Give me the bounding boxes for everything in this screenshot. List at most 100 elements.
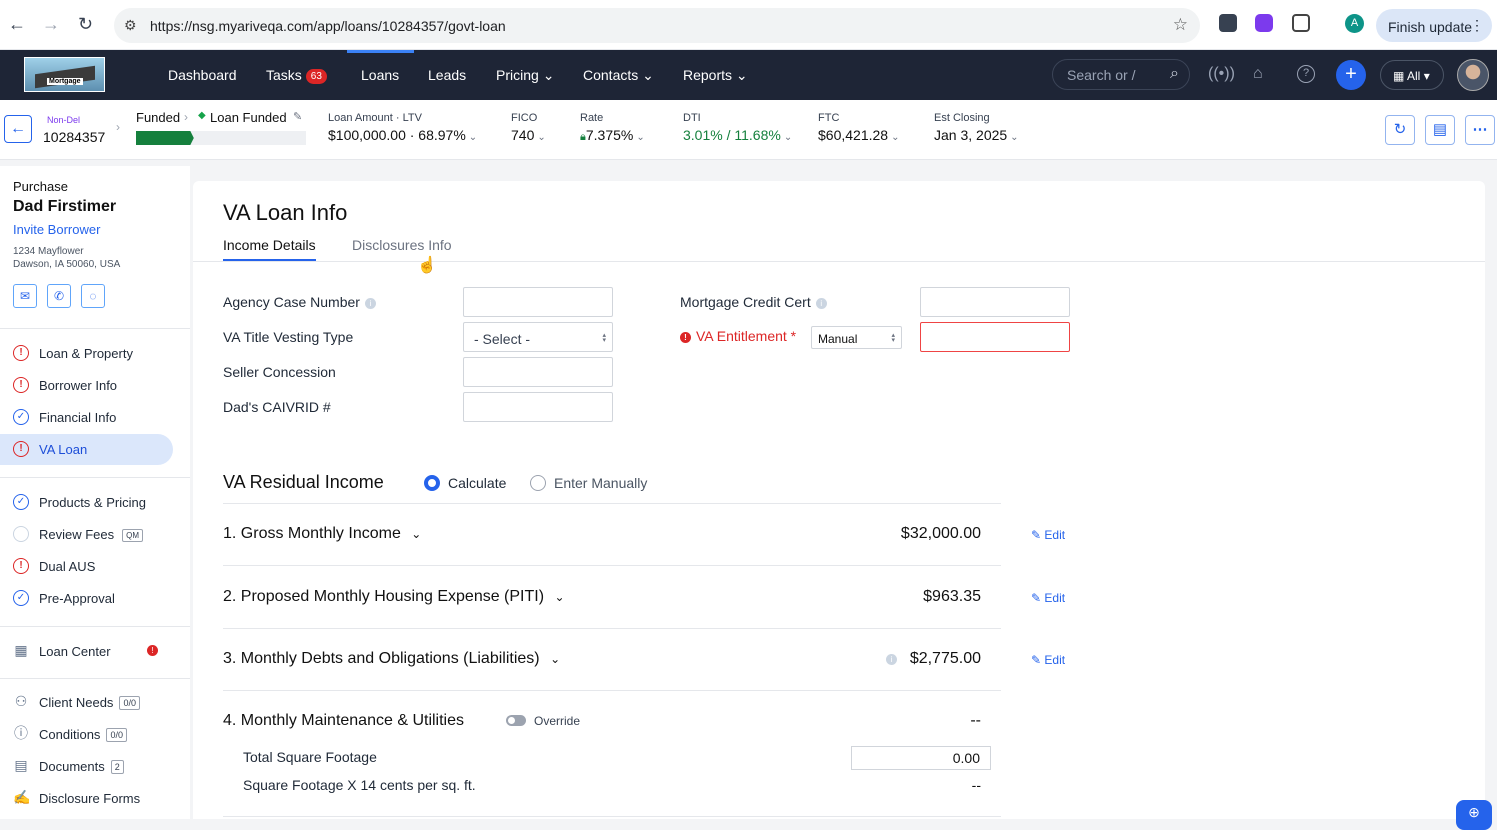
divider	[0, 678, 190, 679]
divider	[0, 477, 190, 478]
comments-button[interactable]: ▤	[1425, 115, 1455, 145]
back-arrow-icon[interactable]: ←	[8, 14, 26, 35]
sidebar-item-pre-approval[interactable]: ✓ Pre-Approval	[0, 583, 173, 614]
housing-expense-toggle[interactable]: 2. Proposed Monthly Housing Expense (PIT…	[223, 588, 565, 606]
loan-purpose: Purchase	[13, 179, 68, 194]
seller-concession-input[interactable]	[463, 357, 613, 387]
override-toggle[interactable]	[506, 715, 526, 726]
va-title-vesting-type-select[interactable]: - Select - ▴ ▾	[463, 322, 613, 352]
bookmark-star-icon[interactable]: ☆	[1173, 15, 1188, 35]
metric-dti[interactable]: DTI 3.01% / 11.68% ⌄	[683, 112, 792, 143]
logo-text: Mortgage	[47, 78, 83, 85]
va-title-vesting-type-label: VA Title Vesting Type	[223, 329, 354, 345]
extension-icon[interactable]	[1255, 14, 1273, 32]
bank-icon[interactable]: ⌂	[1253, 65, 1263, 83]
global-search-input[interactable]: Search or / ⌕	[1052, 59, 1190, 90]
chat-icon[interactable]: ◌	[81, 284, 105, 308]
count-badge: 0/0	[119, 696, 140, 710]
floating-action-button[interactable]: ⊕	[1456, 800, 1492, 830]
sidebar-item-dual-aus[interactable]: ! Dual AUS	[0, 551, 173, 582]
metric-value: 🔒︎7.375% ⌄	[580, 127, 645, 144]
phone-icon[interactable]: ✆	[47, 284, 71, 308]
nav-tasks[interactable]: Tasks 63	[266, 67, 327, 84]
monthly-debts-toggle[interactable]: 3. Monthly Debts and Obligations (Liabil…	[223, 650, 560, 668]
chevron-down-icon: ⌄	[642, 67, 654, 83]
invite-borrower-link[interactable]: Invite Borrower	[13, 222, 100, 237]
radio-enter-manually[interactable]: Enter Manually	[530, 475, 647, 491]
extension-icon[interactable]	[1219, 14, 1237, 32]
nav-reports[interactable]: Reports ⌄	[683, 67, 748, 84]
forward-arrow-icon[interactable]: →	[42, 14, 60, 35]
back-button[interactable]: ←	[4, 115, 32, 143]
nav-contacts[interactable]: Contacts ⌄	[583, 67, 654, 84]
finish-update-button[interactable]: Finish update ⋮	[1376, 9, 1492, 42]
email-icon[interactable]: ✉	[13, 284, 37, 308]
sidebar-item-label: Loan Center	[39, 644, 111, 659]
sidebar-item-conditions[interactable]: ⓘ Conditions 0/0	[0, 719, 173, 750]
sidebar-item-products-pricing[interactable]: ✓ Products & Pricing	[0, 487, 173, 518]
nav-contacts-label: Contacts	[583, 67, 639, 83]
info-icon[interactable]: i	[364, 298, 376, 309]
sidebar-item-loan-center[interactable]: ▦ Loan Center!	[0, 636, 173, 667]
nav-loans[interactable]: Loans	[361, 67, 399, 83]
edit-gross-income-button[interactable]: ✎ Edit	[1031, 528, 1065, 542]
edit-monthly-debts-button[interactable]: ✎ Edit	[1031, 653, 1065, 667]
user-avatar[interactable]	[1457, 59, 1489, 91]
refresh-button[interactable]: ↻	[1385, 115, 1415, 145]
agency-case-number-input[interactable]	[463, 287, 613, 317]
sqft-calc-label: Square Footage X 14 cents per sq. ft.	[243, 777, 476, 793]
url-text[interactable]: https://nsg.myariveqa.com/app/loans/1028…	[150, 18, 506, 34]
metric-value: $100,000.00 · 68.97% ⌄	[328, 127, 477, 143]
edit-pencil-icon[interactable]: ✎	[293, 110, 302, 123]
sidebar-item-loan-property[interactable]: ! Loan & Property	[0, 338, 173, 369]
extensions-puzzle-icon[interactable]	[1292, 14, 1310, 32]
conditions-icon: ⓘ	[14, 725, 28, 741]
address-bar[interactable]: ⚙ https://nsg.myariveqa.com/app/loans/10…	[114, 8, 1200, 43]
broadcast-icon[interactable]: ((•))	[1208, 65, 1235, 83]
edit-housing-expense-button[interactable]: ✎ Edit	[1031, 591, 1065, 605]
check-icon: ✓	[13, 409, 29, 425]
caivrid-input[interactable]	[463, 392, 613, 422]
count-badge: 2	[110, 760, 124, 774]
nav-pricing[interactable]: Pricing ⌄	[496, 67, 554, 84]
loan-tag: Non-Del	[47, 115, 81, 125]
sidebar-item-financial-info[interactable]: ✓ Financial Info	[0, 402, 173, 433]
sidebar-item-review-fees[interactable]: Review Fees QM	[0, 519, 173, 550]
radio-calculate[interactable]: Calculate	[424, 475, 506, 491]
va-entitlement-input[interactable]	[920, 322, 1070, 352]
sidebar-item-va-loan[interactable]: ! VA Loan	[0, 434, 173, 465]
help-icon[interactable]: ?	[1297, 65, 1315, 83]
metric-loan-amount[interactable]: Loan Amount · LTV $100,000.00 · 68.97% ⌄	[328, 112, 477, 143]
sidebar-item-documents[interactable]: ▤ Documents 2	[0, 751, 173, 782]
tab-income-details[interactable]: Income Details	[223, 237, 316, 261]
row-title: 1. Gross Monthly Income	[223, 525, 401, 542]
metric-fico[interactable]: FICO 740 ⌄	[511, 112, 546, 143]
reload-icon[interactable]: ↻	[78, 14, 93, 35]
borrower-address-line2: Dawson, IA 50060, USA	[13, 259, 121, 270]
va-entitlement-mode-select[interactable]: Manual ▴ ▾	[811, 326, 902, 349]
metric-rate[interactable]: Rate 🔒︎7.375% ⌄	[580, 112, 645, 144]
sidebar-item-borrower-info[interactable]: ! Borrower Info	[0, 370, 173, 401]
metric-value-text: $60,421.28	[818, 127, 889, 143]
gross-monthly-income-toggle[interactable]: 1. Gross Monthly Income ⌄	[223, 525, 421, 543]
info-icon[interactable]: i	[886, 654, 897, 665]
profile-avatar[interactable]: A	[1345, 14, 1364, 33]
sidebar-item-client-needs[interactable]: ⚇ Client Needs 0/0	[0, 687, 173, 718]
metric-est-closing[interactable]: Est Closing Jan 3, 2025 ⌄	[934, 112, 1019, 143]
nav-leads[interactable]: Leads	[428, 67, 466, 83]
add-new-button[interactable]: +	[1336, 60, 1366, 90]
total-square-footage-input[interactable]: 0.00	[851, 746, 991, 770]
tab-disclosures-info[interactable]: Disclosures Info	[352, 237, 452, 253]
main-content: VA Loan Info Income Details Disclosures …	[193, 181, 1485, 819]
info-icon[interactable]: i	[815, 298, 827, 309]
branch-selector[interactable]: ▦ All ▾	[1380, 60, 1444, 90]
nav-dashboard[interactable]: Dashboard	[168, 67, 237, 83]
gross-monthly-income-value: $32,000.00	[900, 525, 981, 542]
company-logo[interactable]: Mortgage	[24, 57, 105, 92]
borrower-address-line1: 1234 Mayflower	[13, 246, 84, 257]
site-settings-icon[interactable]: ⚙	[124, 17, 137, 34]
mortgage-credit-cert-input[interactable]	[920, 287, 1070, 317]
more-options-button[interactable]: ⋯	[1465, 115, 1495, 145]
metric-ftc[interactable]: FTC $60,421.28 ⌄	[818, 112, 899, 143]
sidebar-item-disclosure-forms[interactable]: ✍ Disclosure Forms	[0, 783, 173, 814]
